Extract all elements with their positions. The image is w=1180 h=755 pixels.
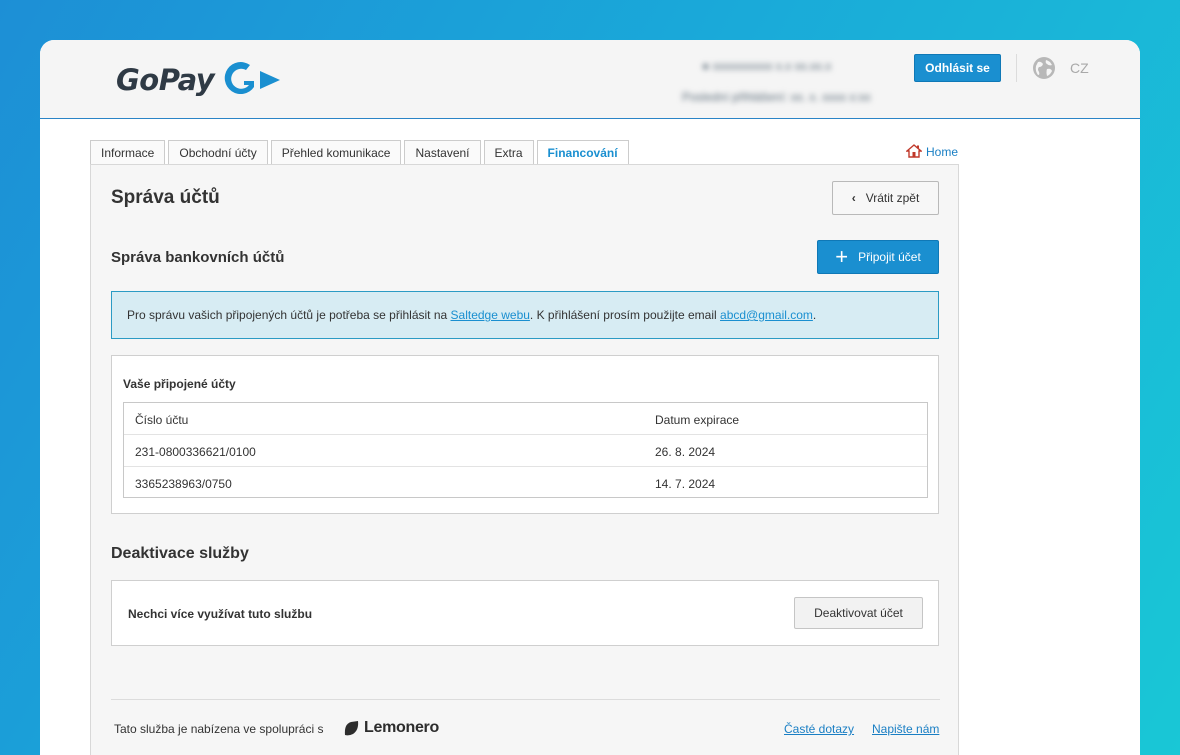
back-button[interactable]: ‹ Vrátit zpět [832, 181, 939, 215]
tab-obchodni-ucty[interactable]: Obchodní účty [168, 140, 268, 165]
chevron-left-icon: ‹ [851, 191, 856, 205]
connected-accounts-title: Vaše připojené účty [123, 377, 236, 391]
last-login: Poslední přihlášení: xx. x. xxxx x:xx [682, 90, 871, 104]
lemonero-logo[interactable]: Lemonero [343, 719, 439, 737]
account-number: 3365238963/0750 [135, 477, 232, 491]
lemonero-leaf-icon [344, 720, 359, 735]
faq-link[interactable]: Časté dotazy [784, 722, 854, 736]
logo-text: GoPay [116, 63, 215, 97]
app-window: GoPay ● xxxxxxxxxx x.x xx.xx.x Poslední … [40, 40, 1140, 755]
plus-icon: + [835, 244, 849, 269]
contact-link[interactable]: Napište nám [872, 722, 939, 736]
page-title: Správa účtů [111, 187, 220, 208]
info-text-2: . K přihlášení prosím použijte email [529, 308, 721, 322]
divider [1016, 54, 1017, 82]
deactivate-account-button[interactable]: Deaktivovat účet [794, 597, 923, 629]
table-row[interactable]: 231-0800336621/0100 26. 8. 2024 [124, 435, 927, 467]
deactivation-card: Nechci více využívat tuto službu Deaktiv… [111, 580, 939, 646]
footer-divider [111, 699, 940, 700]
home-label: Home [926, 145, 959, 159]
tab-prehled-komunikace[interactable]: Přehled komunikace [270, 140, 402, 165]
main-panel: Správa účtů ‹ Vrátit zpět Správa bankovn… [90, 164, 959, 755]
footer-partner-text: Tato služba je nabízena ve spolupráci s [114, 722, 324, 736]
tab-extra[interactable]: Extra [483, 140, 534, 165]
logout-button[interactable]: Odhlásit se [914, 54, 1001, 82]
user-info: ● xxxxxxxxxx x.x xx.xx.x [702, 59, 832, 73]
connected-accounts-card: Vaše připojené účty Číslo účtu Datum exp… [111, 355, 939, 514]
table-row[interactable]: 3365238963/0750 14. 7. 2024 [124, 467, 927, 499]
expiry-date: 26. 8. 2024 [655, 445, 716, 459]
bank-accounts-title: Správa bankovních účtů [111, 249, 285, 266]
expiry-date: 14. 7. 2024 [655, 477, 716, 491]
gopay-logo[interactable]: GoPay [116, 58, 282, 102]
lemonero-wordmark: Lemonero [364, 719, 439, 736]
info-text-3: . [812, 308, 817, 322]
language-selector[interactable]: CZ [1070, 60, 1089, 76]
connect-account-button[interactable]: + Připojit účet [817, 240, 939, 274]
gopay-mark-icon [224, 62, 281, 95]
tab-bar: Informace Obchodní účty Přehled komunika… [90, 140, 632, 165]
account-number: 231-0800336621/0100 [135, 445, 256, 459]
tab-informace[interactable]: Informace [90, 140, 166, 165]
accounts-table: Číslo účtu Datum expirace 231-0800336621… [123, 402, 928, 498]
tab-nastaveni[interactable]: Nastavení [404, 140, 481, 165]
home-icon [906, 144, 922, 158]
email-link[interactable]: abcd@gmail.com [720, 308, 813, 322]
header: GoPay ● xxxxxxxxxx x.x xx.xx.x Poslední … [40, 40, 1140, 119]
deactivation-title: Deaktivace služby [111, 545, 249, 562]
globe-icon[interactable] [1032, 56, 1056, 80]
info-text-1: Pro správu vašich připojených účtů je po… [127, 308, 451, 322]
connect-account-label: Připojit účet [858, 250, 921, 264]
back-button-label: Vrátit zpět [865, 191, 920, 205]
tab-financovani[interactable]: Financování [536, 140, 629, 165]
saltedge-link[interactable]: Saltedge webu [451, 308, 530, 322]
info-alert: Pro správu vašich připojených účtů je po… [111, 291, 939, 339]
column-header-expiry: Datum expirace [655, 413, 740, 427]
column-header-account: Číslo účtu [135, 413, 189, 427]
home-link[interactable]: Home [906, 143, 958, 159]
table-header-row: Číslo účtu Datum expirace [124, 403, 927, 435]
deactivation-text: Nechci více využívat tuto službu [128, 607, 313, 621]
